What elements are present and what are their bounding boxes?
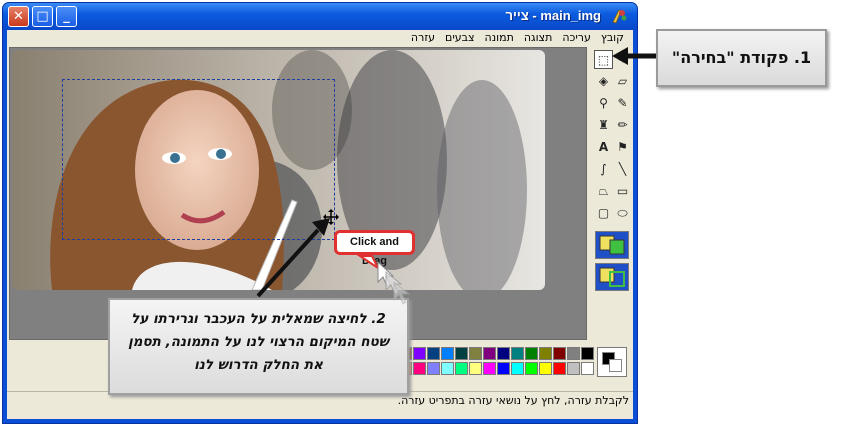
transparent-select-icon (599, 267, 625, 287)
eraser-icon: ▱ (617, 74, 628, 88)
free-select-tool[interactable]: ✶ (613, 50, 632, 69)
color-swatch[interactable] (539, 362, 552, 375)
step2-line2: שטח המיקום הרצוי לנו על התמונה, תסמן (128, 334, 389, 350)
menu-bar: קובץ עריכה תצוגה תמונה צבעים עזרה (7, 30, 633, 46)
curve-icon: ∫ (600, 162, 607, 176)
step2-callout: 2. לחיצה שמאלית על העכבר וגרירתו על שטח … (108, 298, 409, 395)
click-and-drag-label: Click and Drag (334, 230, 415, 267)
color-swatch[interactable] (553, 362, 566, 375)
color-swatch[interactable] (455, 362, 468, 375)
color-swatch[interactable] (497, 362, 510, 375)
eyedropper-icon: ✎ (617, 96, 628, 110)
transparent-selection-option[interactable] (595, 263, 629, 291)
toolbox: ⬚ ✶ ◈ ▱ ⚲ ✎ ♜ ✏ A ⚑ ∫ ╲ ⏢ ▭ ▢ ⬭ (589, 47, 633, 322)
rectangle-icon: ▭ (616, 184, 629, 198)
background-color[interactable] (609, 359, 622, 372)
color-swatch[interactable] (539, 347, 552, 360)
color-swatch[interactable] (427, 347, 440, 360)
brush-tool[interactable]: ♜ (594, 116, 613, 135)
color-swatch[interactable] (469, 362, 482, 375)
step2-line3: את החלק הדרוש לנו (194, 357, 323, 373)
magnifier-tool[interactable]: ⚲ (594, 94, 613, 113)
menu-colors[interactable]: צבעים (440, 30, 480, 46)
pencil-icon: ✏ (617, 118, 628, 132)
color-swatch[interactable] (413, 347, 426, 360)
polygon-icon: ⏢ (598, 184, 609, 198)
ellipse-tool[interactable]: ⬭ (613, 204, 632, 223)
free-select-icon: ✶ (617, 52, 628, 66)
airbrush-tool[interactable]: ⚑ (613, 138, 632, 157)
fill-tool[interactable]: ◈ (594, 72, 613, 91)
color-swatch[interactable] (483, 362, 496, 375)
color-swatch[interactable] (511, 347, 524, 360)
current-colors-box[interactable] (597, 347, 627, 377)
step2-line1: 2. לחיצה שמאלית על העכבר וגרירתו על (131, 311, 386, 327)
eyedropper-tool[interactable]: ✎ (613, 94, 632, 113)
step1-text: 1. פקודת "בחירה" (671, 48, 812, 67)
line-icon: ╲ (618, 162, 627, 176)
maximize-button[interactable]: □ (32, 6, 53, 27)
menu-view[interactable]: תצוגה (519, 30, 557, 46)
color-swatch[interactable] (525, 362, 538, 375)
line-tool[interactable]: ╲ (613, 160, 632, 179)
color-swatch[interactable] (455, 347, 468, 360)
color-swatch[interactable] (469, 347, 482, 360)
color-swatch[interactable] (497, 347, 510, 360)
eraser-tool[interactable]: ▱ (613, 72, 632, 91)
airbrush-icon: ⚑ (617, 140, 628, 154)
rect-select-tool[interactable]: ⬚ (594, 50, 613, 69)
polygon-tool[interactable]: ⏢ (594, 182, 613, 201)
rectangle-tool[interactable]: ▭ (613, 182, 632, 201)
step1-callout: 1. פקודת "בחירה" (656, 29, 827, 87)
color-swatch[interactable] (581, 362, 594, 375)
paint-app-icon (612, 9, 627, 24)
color-swatch[interactable] (581, 347, 594, 360)
rounded-rect-icon: ▢ (597, 206, 610, 220)
text-tool[interactable]: A (594, 138, 613, 157)
menu-image[interactable]: תמונה (480, 30, 519, 46)
color-swatch[interactable] (567, 347, 580, 360)
curve-tool[interactable]: ∫ (594, 160, 613, 179)
ellipse-icon: ⬭ (617, 206, 628, 220)
brush-icon: ♜ (598, 118, 609, 132)
color-swatch[interactable] (553, 347, 566, 360)
rect-selection-marquee[interactable] (62, 79, 335, 240)
status-text: לקבלת עזרה, לחץ על נושאי עזרה בתפריט עזר… (397, 394, 629, 407)
color-swatch[interactable] (441, 362, 454, 375)
color-swatch[interactable] (427, 362, 440, 375)
text-icon: A (598, 140, 609, 154)
color-swatch[interactable] (567, 362, 580, 375)
rect-select-icon: ⬚ (597, 53, 610, 67)
color-swatch[interactable] (441, 347, 454, 360)
opaque-select-icon (599, 235, 625, 255)
color-swatch[interactable] (483, 347, 496, 360)
color-swatch[interactable] (525, 347, 538, 360)
fill-icon: ◈ (598, 74, 609, 88)
title-bar[interactable]: ✕ □ _ main_img - צייר (3, 3, 637, 30)
menu-help[interactable]: עזרה (406, 30, 440, 46)
rounded-rect-tool[interactable]: ▢ (594, 204, 613, 223)
close-button[interactable]: ✕ (8, 6, 29, 27)
minimize-button[interactable]: _ (56, 6, 77, 27)
color-swatch[interactable] (413, 362, 426, 375)
color-swatch[interactable] (511, 362, 524, 375)
pencil-tool[interactable]: ✏ (613, 116, 632, 135)
opaque-selection-option[interactable] (595, 231, 629, 259)
window-title: main_img - צייר (505, 8, 602, 23)
menu-file[interactable]: קובץ (596, 30, 629, 46)
drawing-canvas-area[interactable] (9, 47, 587, 340)
magnifier-icon: ⚲ (599, 96, 608, 110)
menu-edit[interactable]: עריכה (557, 30, 596, 46)
